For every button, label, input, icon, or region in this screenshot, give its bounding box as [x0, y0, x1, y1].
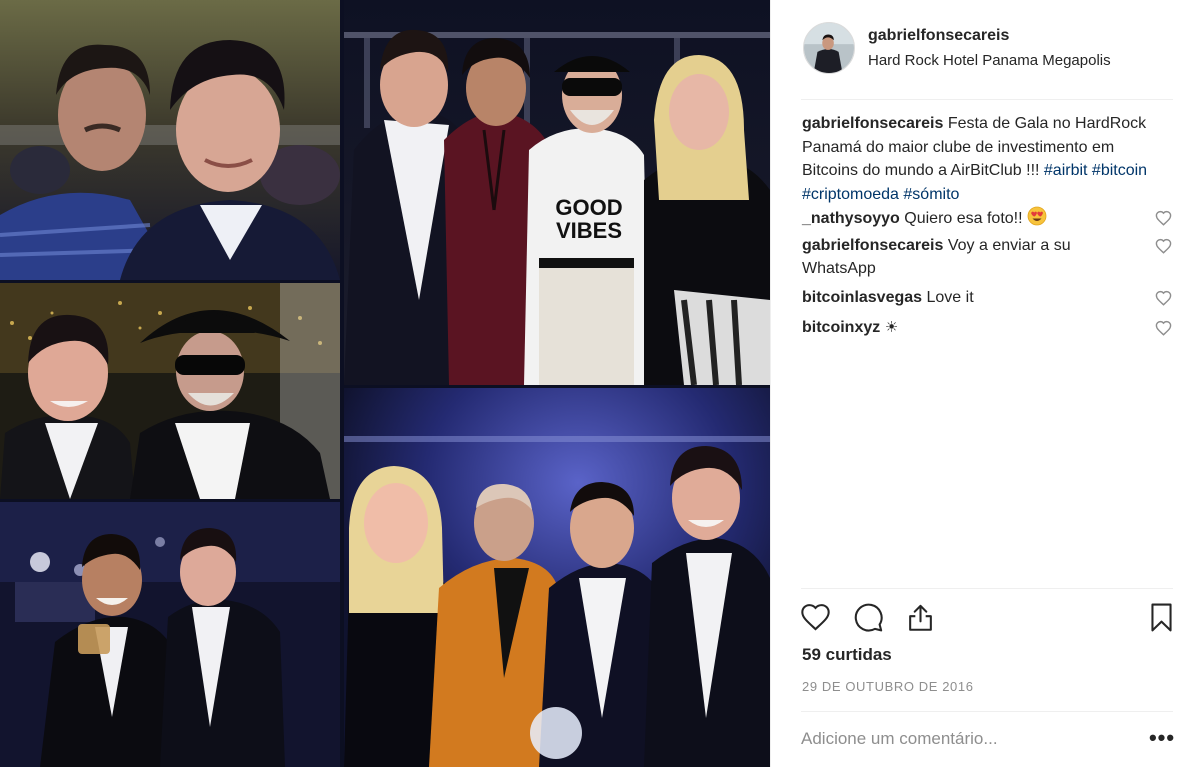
share-button[interactable] — [903, 600, 937, 634]
comment-text: Quiero esa foto!! — [904, 210, 1023, 227]
collage-photo-stage — [0, 502, 340, 767]
comments-section: gabrielfonsecareis Festa de Gala no Hard… — [802, 112, 1174, 340]
comment-item: _nathysoyyo Quiero esa foto!! — [802, 206, 1174, 231]
add-comment-input[interactable] — [801, 724, 1131, 754]
comment-text: Love it — [926, 288, 974, 306]
header-divider — [801, 99, 1173, 100]
likes-count[interactable]: 59 curtidas — [802, 645, 892, 665]
comment-item: gabrielfonsecareis Voy a enviar a su Wha… — [802, 234, 1174, 281]
avatar[interactable] — [803, 22, 855, 74]
bookmark-icon — [1150, 603, 1172, 631]
collage-photo-group: GOOD VIBES — [344, 0, 770, 385]
comment-username[interactable]: _nathysoyyo — [802, 210, 900, 227]
save-button[interactable] — [1144, 600, 1178, 634]
comment-like-heart-icon[interactable] — [1155, 320, 1172, 336]
comment-text: ☀ — [884, 318, 899, 336]
collage-photo-selfie — [0, 0, 340, 280]
comment-username[interactable]: gabrielfonsecareis — [802, 237, 943, 254]
heart-eyes-emoji-icon — [1027, 206, 1047, 226]
post-header: gabrielfonsecareis Hard Rock Hotel Panam… — [771, 0, 1200, 100]
like-button[interactable] — [798, 600, 832, 634]
actions-divider — [801, 588, 1173, 589]
collage-photo-city — [0, 283, 340, 499]
post-caption: gabrielfonsecareis Festa de Gala no Hard… — [802, 112, 1174, 206]
post-photo[interactable]: GOOD VIBES — [0, 0, 770, 767]
svg-text:VIBES: VIBES — [556, 218, 622, 243]
share-icon — [908, 604, 932, 631]
more-options-button[interactable]: ••• — [1148, 724, 1176, 752]
post-author-username[interactable]: gabrielfonsecareis — [868, 27, 1009, 45]
heart-icon — [800, 603, 830, 631]
comment-username[interactable]: bitcoinxyz — [802, 319, 880, 336]
comment-like-heart-icon[interactable] — [1155, 210, 1172, 226]
comment-icon — [854, 603, 883, 632]
collage-photo-friends — [344, 388, 770, 767]
comment-username[interactable]: bitcoinlasvegas — [802, 289, 922, 306]
comment-item: bitcoinlasvegas Love it — [802, 286, 1174, 310]
post-date[interactable]: 29 DE OUTUBRO DE 2016 — [802, 679, 974, 694]
post-details-panel: gabrielfonsecareis Hard Rock Hotel Panam… — [770, 0, 1200, 767]
caption-username[interactable]: gabrielfonsecareis — [802, 115, 943, 132]
comment-like-heart-icon[interactable] — [1155, 238, 1172, 254]
svg-text:GOOD: GOOD — [555, 195, 622, 220]
comment-item: bitcoinxyz ☀ — [802, 316, 1174, 340]
comment-button[interactable] — [851, 600, 885, 634]
post-location[interactable]: Hard Rock Hotel Panama Megapolis — [868, 52, 1111, 69]
comment-like-heart-icon[interactable] — [1155, 290, 1172, 306]
add-comment-divider — [801, 711, 1173, 712]
